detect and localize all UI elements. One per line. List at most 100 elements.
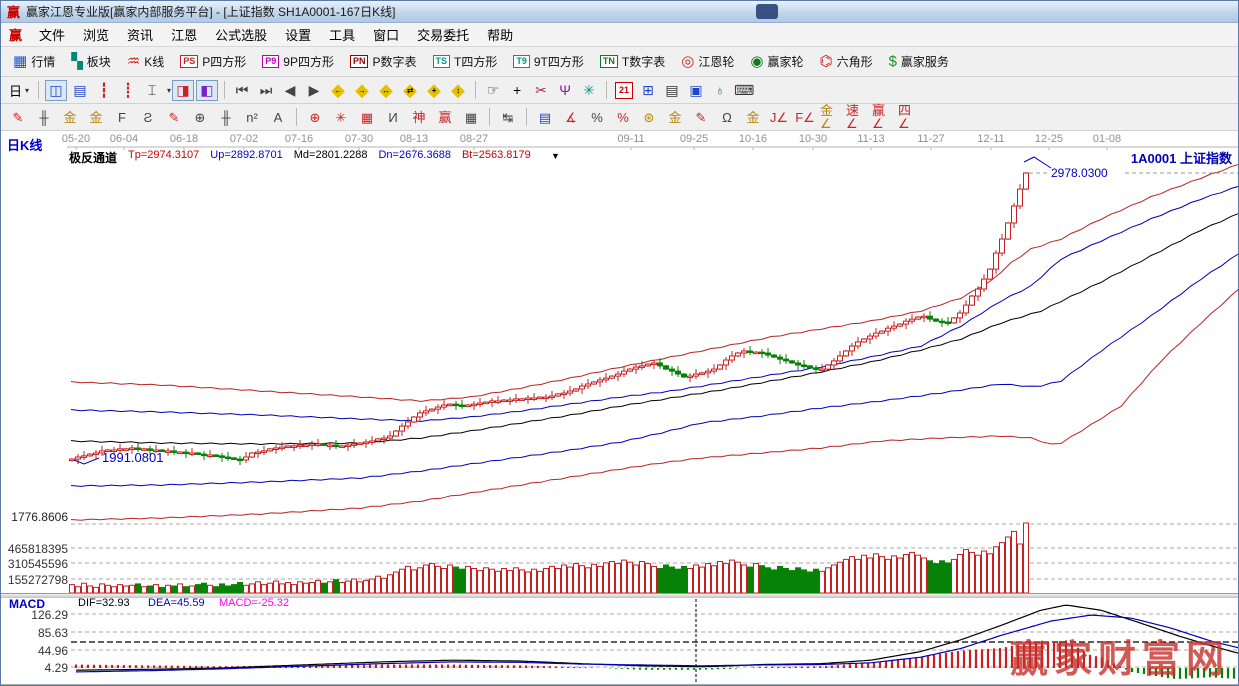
zoom-all-button[interactable]: ◆+ <box>423 80 445 101</box>
candlestick <box>1012 206 1017 223</box>
toolbar-p-number-table-button[interactable]: PNP数字表 <box>347 51 420 72</box>
zoom-v-button[interactable]: ◆↕ <box>447 80 469 101</box>
draw-tool-i-mark-button[interactable]: И <box>381 107 405 128</box>
toolbar-gann-wheel-button[interactable]: ◎江恩轮 <box>678 51 737 72</box>
toolbar-smart-tool-button[interactable]: ✳ <box>578 80 600 101</box>
toolbar-prev-page-button[interactable]: ◀ <box>279 80 301 101</box>
menu-item-help[interactable]: 帮助 <box>478 23 522 46</box>
toolbar-t-number-table-button[interactable]: TNT数字表 <box>597 51 668 72</box>
volume-bar <box>514 568 519 593</box>
menu-item-gann[interactable]: 江恩 <box>162 23 206 46</box>
toolbar-remote-pc-button[interactable]: ⌨ <box>733 80 755 101</box>
draw-tool-pen-2-button[interactable]: ✎ <box>162 107 186 128</box>
toolbar-measure-button[interactable]: ✂ <box>530 80 552 101</box>
draw-tool-f-grid-button[interactable]: F <box>110 107 134 128</box>
draw-tool-red-grid-button[interactable]: ▦ <box>355 107 379 128</box>
toolbar-hexagon-button[interactable]: ⌬六角形 <box>816 51 875 72</box>
candlestick <box>532 398 537 400</box>
draw-tool-blue-list-button[interactable]: ▤ <box>533 107 557 128</box>
toolbar-next-page-button[interactable]: ▶ <box>303 80 325 101</box>
draw-tool-percent-button[interactable]: % <box>585 107 609 128</box>
menu-item-news[interactable]: 资讯 <box>118 23 162 46</box>
toolbar-window-layout-button[interactable]: ◫ <box>45 80 67 101</box>
toolbar-quotes-button[interactable]: ▦行情 <box>10 51 58 72</box>
draw-tool-angle-x-button[interactable]: ∡ <box>559 107 583 128</box>
menu-item-tools[interactable]: 工具 <box>320 23 364 46</box>
volume-bar <box>460 569 465 593</box>
toolbar-last-page-button[interactable]: ⏭ <box>255 80 277 101</box>
draw-tool-gold-lines-button[interactable]: 金 <box>663 107 687 128</box>
toolbar-candle-style-button[interactable]: ⌶ <box>141 80 163 101</box>
toolbar-crosshair-button[interactable]: + <box>506 80 528 101</box>
draw-tool-gold-gann-grid-button[interactable]: 金 <box>58 107 82 128</box>
menu-item-browse[interactable]: 浏览 <box>74 23 118 46</box>
draw-tool-red-percent-button[interactable]: % <box>611 107 635 128</box>
period-selector[interactable]: 日▾ <box>5 79 33 102</box>
toolbar-kline-style-button[interactable]: ◨ <box>172 80 194 101</box>
toolbar-network-button[interactable]: ♁ <box>709 80 731 101</box>
draw-tool-gold-gann-grid-2-button[interactable]: 金 <box>84 107 108 128</box>
shift-left-button[interactable]: ◆← <box>327 80 349 101</box>
draw-tool-f-angle-button[interactable]: F∠ <box>793 107 817 128</box>
toolbar-t-square-button[interactable]: TST四方形 <box>430 51 501 72</box>
toolbar-bars-9-button[interactable]: ┋ <box>117 80 139 101</box>
shift-right-button[interactable]: ◆→ <box>351 80 373 101</box>
draw-tool-s-grid-button[interactable]: Ƨ <box>136 107 160 128</box>
toolbar-notepad-button[interactable]: ▤ <box>661 80 683 101</box>
toolbar-calculator-button[interactable]: ⊞ <box>637 80 659 101</box>
draw-tool-span-tool-button[interactable]: ↹ <box>496 107 520 128</box>
toolbar-kline-button[interactable]: ♒K线 <box>124 51 167 72</box>
toolbar-save-button[interactable]: ▣ <box>685 80 707 101</box>
candlestick <box>214 455 219 457</box>
toolbar-sectors-button[interactable]: ▚板块 <box>68 51 114 72</box>
draw-tool-n-square-button[interactable]: n² <box>240 107 264 128</box>
draw-tool-num-grid-button[interactable]: ▦ <box>459 107 483 128</box>
toolbar-info-panel-button[interactable]: ▤ <box>69 80 91 101</box>
toolbar-p-square-button[interactable]: PSP四方形 <box>177 51 249 72</box>
candlestick <box>508 400 513 402</box>
draw-tool-time-circle-button[interactable]: ⊕ <box>188 107 212 128</box>
zoom-all-arrow-icon: + <box>432 86 437 95</box>
draw-tool-grid-lines-button[interactable]: ╫ <box>214 107 238 128</box>
expand-h-button[interactable]: ◆↔ <box>375 80 397 101</box>
titlebar[interactable]: 赢 赢家江恩专业版[赢家内部服务平台] - [上证指数 SH1A0001-167… <box>1 1 1238 23</box>
draw-tool-a-line-button[interactable]: A <box>266 107 290 128</box>
candlestick <box>856 342 861 346</box>
draw-tool-four-angle-button[interactable]: 四∠ <box>897 107 921 128</box>
draw-tool-gold-circle-button[interactable]: ⊛ <box>637 107 661 128</box>
draw-tool-shen-grid-button[interactable]: 神 <box>407 107 431 128</box>
draw-tool-j-angle-button[interactable]: J∠ <box>767 107 791 128</box>
toolbar-winner-service-button[interactable]: $赢家服务 <box>886 51 952 72</box>
toolbar-winner-wheel-button[interactable]: ◉赢家轮 <box>747 51 806 72</box>
volume-bar <box>448 565 453 593</box>
candlestick <box>874 333 879 336</box>
indicator-dropdown-caret[interactable]: ▼ <box>551 151 560 161</box>
menu-item-file[interactable]: 文件 <box>30 23 74 46</box>
draw-tool-gold-box-button[interactable]: 金 <box>741 107 765 128</box>
toolbar-filter-tool-button[interactable]: Ψ <box>554 80 576 101</box>
candlestick <box>730 356 735 360</box>
toolbar-9t-square-button[interactable]: T99T四方形 <box>510 51 587 72</box>
toolbar-9p-square-button[interactable]: P99P四方形 <box>259 51 337 72</box>
chart-area[interactable]: 05-2006-0406-1807-0207-1607-3008-1308-27… <box>1 131 1239 686</box>
draw-tool-circle-star-button[interactable]: ✳ <box>329 107 353 128</box>
compress-h-button[interactable]: ◆⇄ <box>399 80 421 101</box>
draw-tool-win-angle-button[interactable]: 赢∠ <box>871 107 895 128</box>
toolbar-hand-drag-button[interactable]: ☞ <box>482 80 504 101</box>
draw-tool-win-grid-button[interactable]: 赢 <box>433 107 457 128</box>
draw-tool-circle-cross-button[interactable]: ⊕ <box>303 107 327 128</box>
toolbar-calendar-button[interactable]: 21 <box>613 80 635 101</box>
menu-item-window[interactable]: 窗口 <box>364 23 408 46</box>
menu-item-settings[interactable]: 设置 <box>276 23 320 46</box>
menu-item-formula-stock-pick[interactable]: 公式选股 <box>206 23 276 46</box>
draw-tool-speed-angle-button[interactable]: 速∠ <box>845 107 869 128</box>
draw-tool-gold-angle-button[interactable]: 金∠ <box>819 107 843 128</box>
draw-tool-omega-tool-button[interactable]: Ω <box>715 107 739 128</box>
toolbar-bars-3-button[interactable]: ┇ <box>93 80 115 101</box>
toolbar-color-chart-button[interactable]: ◧ <box>196 80 218 101</box>
draw-tool-dollar-pen-button[interactable]: ✎ <box>689 107 713 128</box>
draw-tool-gann-grid-button[interactable]: ╫ <box>32 107 56 128</box>
menu-item-trade-order[interactable]: 交易委托 <box>408 23 478 46</box>
toolbar-first-page-button[interactable]: ⏮ <box>231 80 253 101</box>
draw-tool-pen-button[interactable]: ✎ <box>6 107 30 128</box>
